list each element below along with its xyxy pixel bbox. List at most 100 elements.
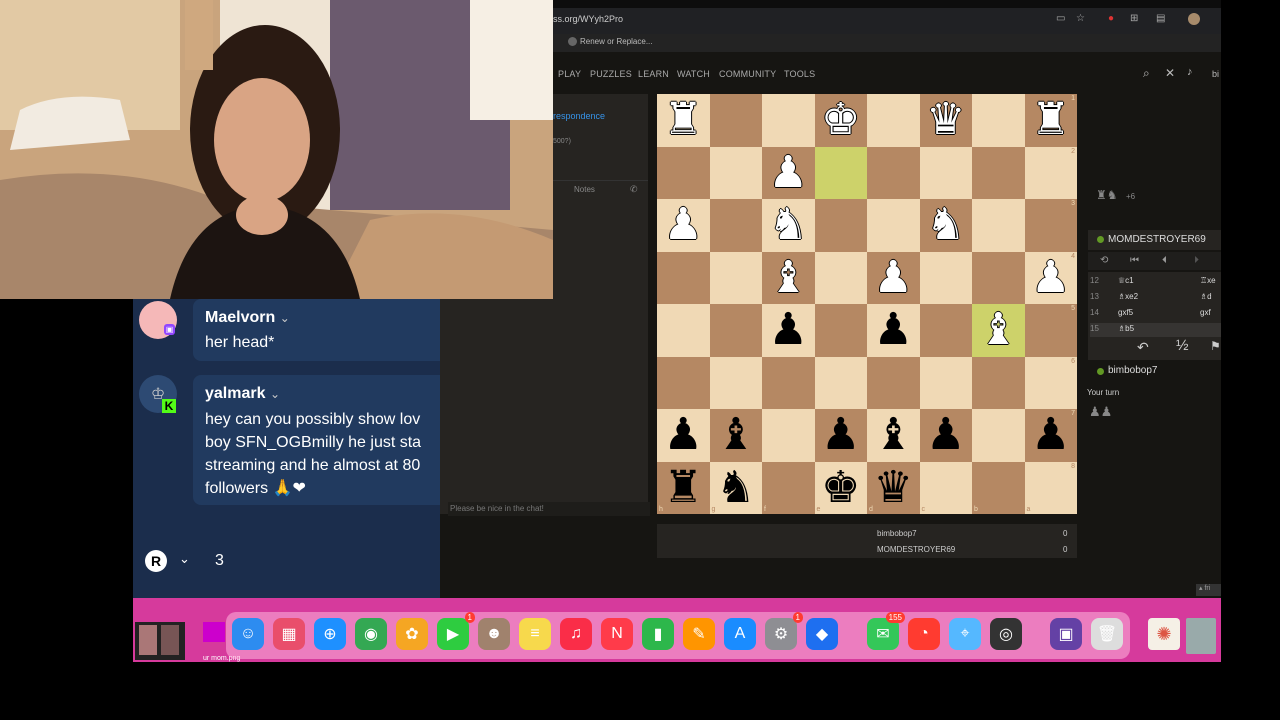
black-queen-icon[interactable]: ♛ [874, 465, 913, 510]
board-square[interactable]: ♜ [657, 94, 710, 147]
nav-learn[interactable]: LEARN [638, 69, 669, 79]
app-store-icon[interactable]: A [724, 618, 756, 650]
board-square[interactable] [919, 304, 972, 357]
white-move[interactable]: ♕c1 [1118, 276, 1134, 285]
system-settings-icon[interactable]: ⚙ 1 [765, 612, 803, 650]
board-square[interactable]: b [972, 461, 1025, 514]
board-square[interactable] [867, 146, 920, 199]
white-pawn-icon[interactable]: ♟ [874, 255, 913, 300]
board-square[interactable]: ♞ [762, 199, 815, 252]
board-square[interactable]: ♜ 1 [1024, 94, 1077, 147]
board-square[interactable]: ♟ [657, 409, 710, 462]
board-square[interactable] [709, 146, 762, 199]
flip-board-icon[interactable]: ⟲ [1100, 255, 1108, 266]
black-pawn-icon[interactable]: ♟ [769, 308, 808, 352]
board-square[interactable]: ♟ [867, 304, 920, 357]
black-bishop-icon[interactable]: ♝ [716, 413, 755, 457]
board-square[interactable]: ♝ [709, 409, 762, 462]
board-square[interactable]: ♛ [919, 94, 972, 147]
obs-icon[interactable]: ◎ [990, 618, 1022, 650]
board-square[interactable]: ♟ [762, 146, 815, 199]
chevron-down-icon[interactable]: ⌄ [179, 551, 190, 567]
board-square[interactable] [762, 356, 815, 409]
board-square[interactable] [709, 356, 762, 409]
board-square[interactable]: ♛ d [867, 461, 920, 514]
user-menu[interactable]: bi [1212, 69, 1219, 79]
board-square[interactable] [709, 304, 762, 357]
roblox-icon[interactable]: ◆ [806, 618, 838, 650]
move-row[interactable]: 12 ♕c1 ♖xe [1090, 275, 1221, 289]
board-square[interactable]: ♟ [762, 304, 815, 357]
search-icon[interactable]: ⌕ [1143, 66, 1150, 81]
maps-icon[interactable]: ⌖ [949, 618, 981, 650]
profile-avatar[interactable] [1188, 13, 1200, 25]
board-square[interactable] [709, 251, 762, 304]
board-square[interactable]: ♟ [867, 251, 920, 304]
downloads-stack-icon[interactable]: ✺ [1148, 618, 1180, 650]
white-pawn-icon[interactable]: ♟ [664, 203, 703, 247]
chat-input[interactable]: Please be nice in the chat! [448, 502, 650, 516]
twitch-icon[interactable]: ▣ [1050, 618, 1082, 650]
trash-icon[interactable]: 🗑 [1091, 618, 1123, 650]
launchpad-icon[interactable]: ▦ [273, 618, 305, 650]
board-square[interactable]: f [762, 461, 815, 514]
board-square[interactable]: ♜ h [657, 461, 710, 514]
board-square[interactable]: 6 [1024, 356, 1077, 409]
game-type-link[interactable]: respondence [553, 111, 605, 121]
board-square[interactable] [972, 409, 1025, 462]
white-move[interactable]: ♗xe2 [1118, 292, 1138, 301]
board-square[interactable] [867, 356, 920, 409]
puzzle-icon[interactable]: ⊞ [1130, 13, 1138, 24]
black-move[interactable]: ♗d [1200, 292, 1212, 301]
nav-puzzles[interactable]: PUZZLES [590, 69, 632, 79]
board-square[interactable]: ♟ [814, 409, 867, 462]
safari-icon[interactable]: ⊕ [314, 618, 346, 650]
news-icon[interactable]: N [601, 618, 633, 650]
chrome-icon[interactable]: ◉ [355, 618, 387, 650]
black-pawn-icon[interactable]: ♟ [664, 413, 703, 457]
notes-icon[interactable]: ≡ [519, 618, 551, 650]
nav-community[interactable]: COMMUNITY [719, 69, 776, 79]
board-square[interactable]: ♟ [919, 409, 972, 462]
screenshot-stack-icon[interactable] [1186, 618, 1216, 654]
numbers-icon[interactable]: ▮ [642, 618, 674, 650]
cast-icon[interactable]: ▭ [1056, 13, 1065, 24]
white-move[interactable]: gxf5 [1118, 308, 1133, 317]
board-square[interactable] [657, 356, 710, 409]
player-name[interactable]: bimbobop7 [1108, 365, 1157, 376]
offer-draw-button[interactable]: ½ [1176, 337, 1189, 354]
board-square[interactable] [709, 199, 762, 252]
board-square[interactable] [867, 199, 920, 252]
white-rook-icon[interactable]: ♜ [1031, 98, 1070, 142]
black-bishop-icon[interactable]: ♝ [874, 413, 913, 457]
white-bishop-icon[interactable]: ♝ [979, 308, 1018, 352]
board-square[interactable] [919, 251, 972, 304]
move-row[interactable]: 13 ♗xe2 ♗d [1090, 291, 1221, 305]
takeback-icon[interactable]: ↶ [1137, 339, 1149, 356]
board-square[interactable] [762, 94, 815, 147]
chat-username[interactable]: yalmark [205, 385, 266, 402]
black-pawn-icon[interactable]: ♟ [926, 413, 965, 457]
black-pawn-icon[interactable]: ♟ [1031, 413, 1070, 457]
nav-play[interactable]: PLAY [558, 69, 581, 79]
board-square[interactable] [919, 146, 972, 199]
move-row[interactable]: 15 ♗b5 [1090, 323, 1221, 337]
black-rook-icon[interactable]: ♜ [664, 465, 703, 510]
tab-notes[interactable]: Notes [574, 185, 595, 194]
board-square[interactable] [762, 409, 815, 462]
black-knight-icon[interactable]: ♞ [716, 465, 755, 510]
prev-move-icon[interactable]: ⏴ [1162, 255, 1167, 266]
board-square[interactable] [709, 94, 762, 147]
bookmark-link[interactable]: Renew or Replace... [580, 37, 652, 46]
sidebar-icon[interactable]: ▤ [1156, 13, 1165, 24]
black-pawn-icon[interactable]: ♟ [821, 413, 860, 457]
board-square[interactable]: 5 [1024, 304, 1077, 357]
black-move[interactable]: gxf [1200, 308, 1211, 317]
board-square[interactable]: ♚ e [814, 461, 867, 514]
board-square[interactable] [972, 356, 1025, 409]
white-rook-icon[interactable]: ♜ [664, 98, 703, 142]
bell-icon[interactable]: ♪ [1187, 66, 1193, 78]
phone-icon[interactable]: ✆ [630, 184, 638, 195]
board-square[interactable]: 8a [1024, 461, 1077, 514]
board-square[interactable]: c [919, 461, 972, 514]
